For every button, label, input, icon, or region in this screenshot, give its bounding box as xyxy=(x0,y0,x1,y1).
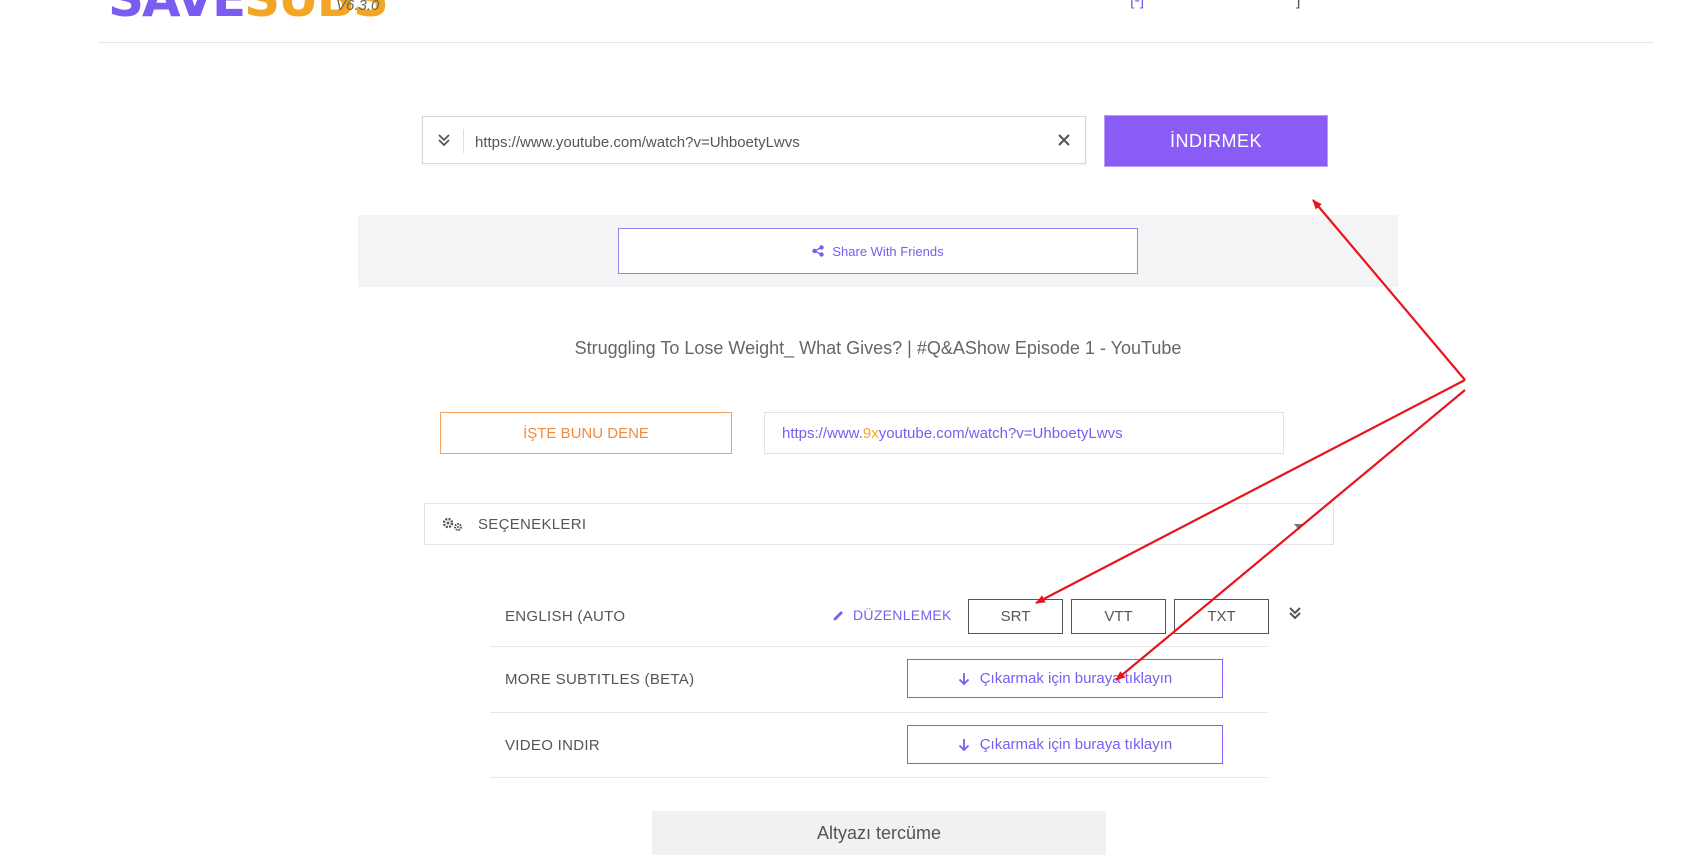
txt-download-button[interactable]: TXT xyxy=(1174,599,1269,634)
alt-url-prefix: https://www. xyxy=(782,424,863,442)
extract-label: Çıkarmak için buraya tıklayın xyxy=(979,670,1173,687)
alt-url-highlight: 9x xyxy=(862,424,879,442)
double-chevron-down-icon xyxy=(438,134,450,147)
video-download-label: VIDEO INDIR xyxy=(505,737,600,754)
arrow-down-icon xyxy=(958,738,969,751)
nav-item-fragment-1[interactable]: [-] xyxy=(1130,0,1144,10)
edit-label: DÜZENLEMEK xyxy=(853,607,952,623)
header-divider xyxy=(98,42,1654,43)
alt-url-suffix: youtube.com/watch?v=UhboetyLwvs xyxy=(878,424,1123,442)
options-toggle[interactable]: SEÇENEKLERI xyxy=(424,503,1334,545)
language-label: ENGLISH (AUTO xyxy=(505,608,626,625)
version-label: V6.3.0 xyxy=(336,0,380,14)
logo-part-save: SAVE xyxy=(108,0,246,28)
page: SAVESUBS V6.3.0 [-] ] İNDIRMEK xyxy=(0,0,1690,868)
close-icon xyxy=(1058,134,1070,146)
alternate-url-link[interactable]: https://www. 9x youtube.com/watch?v=Uhboet… xyxy=(764,412,1284,454)
nav-item-fragment-2[interactable]: ] xyxy=(1296,0,1300,10)
pencil-icon xyxy=(833,610,843,620)
translate-subtitles-button[interactable]: Altyazı tercüme xyxy=(652,811,1106,855)
extract-label: Çıkarmak için buraya tıklayın xyxy=(979,736,1173,753)
expand-options-button[interactable] xyxy=(433,129,455,151)
url-input-box xyxy=(422,116,1086,164)
caret-down-icon xyxy=(1293,518,1305,536)
gears-icon xyxy=(442,516,466,532)
download-button[interactable]: İNDIRMEK xyxy=(1104,115,1328,167)
edit-subtitle-button[interactable]: DÜZENLEMEK xyxy=(832,607,952,623)
double-chevron-down-icon xyxy=(1289,607,1301,620)
share-icon xyxy=(812,245,825,257)
clear-url-button[interactable] xyxy=(1053,129,1075,151)
try-this-button[interactable]: İŞTE BUNU DENE xyxy=(440,412,732,454)
video-title: Struggling To Lose Weight_ What Gives? |… xyxy=(574,338,1182,358)
extract-more-subtitles-button[interactable]: Çıkarmak için buraya tıklayın xyxy=(907,659,1223,698)
srt-download-button[interactable]: SRT xyxy=(968,599,1063,634)
extract-video-button[interactable]: Çıkarmak için buraya tıklayın xyxy=(907,725,1223,764)
share-label: Share With Friends xyxy=(832,243,944,259)
vtt-download-button[interactable]: VTT xyxy=(1071,599,1166,634)
arrow-down-icon xyxy=(958,672,969,685)
share-with-friends-button[interactable]: Share With Friends xyxy=(618,228,1138,274)
url-input[interactable] xyxy=(473,127,1037,157)
input-divider xyxy=(463,129,464,153)
more-formats-button[interactable] xyxy=(1287,605,1309,627)
more-subtitles-label: MORE SUBTITLES (BETA) xyxy=(505,671,695,688)
options-label: SEÇENEKLERI xyxy=(478,515,587,533)
